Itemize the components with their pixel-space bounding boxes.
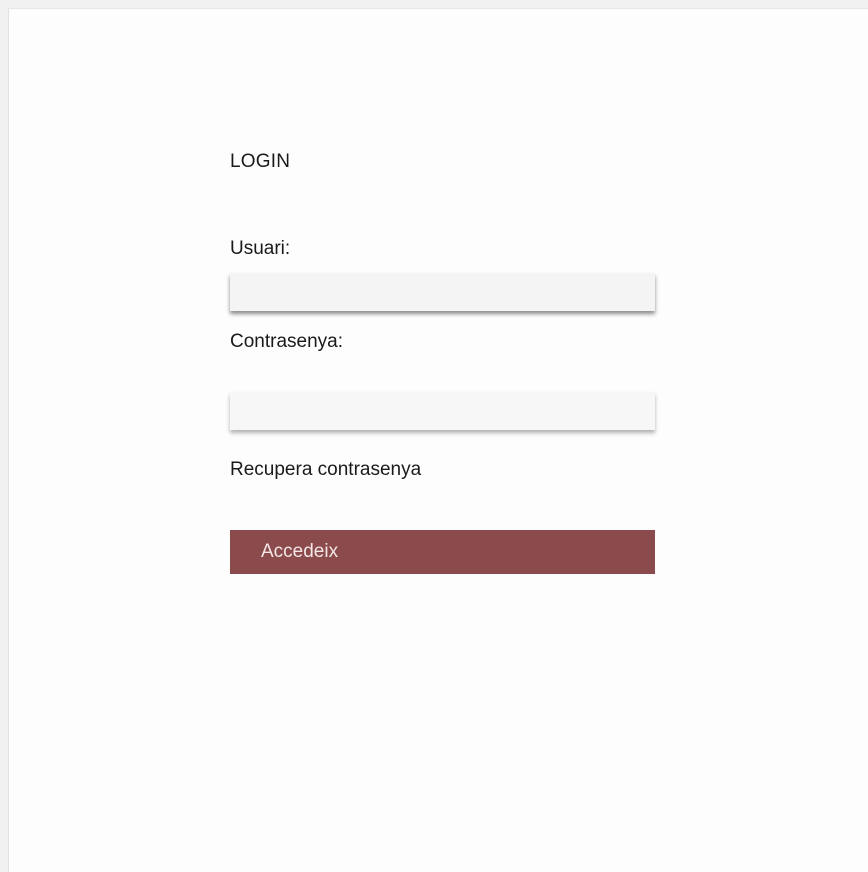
recover-password-link[interactable]: Recupera contrasenya xyxy=(230,458,421,482)
password-input[interactable] xyxy=(230,392,655,430)
username-label: Usuari: xyxy=(230,238,291,259)
password-label: Contrasenya: xyxy=(230,331,344,352)
app-window: LOGIN Usuari: Contrasenya: Recupera cont… xyxy=(8,8,868,872)
login-submit-button[interactable]: Accedeix xyxy=(230,530,655,574)
username-input[interactable] xyxy=(230,273,655,311)
page-title: LOGIN xyxy=(230,151,291,172)
